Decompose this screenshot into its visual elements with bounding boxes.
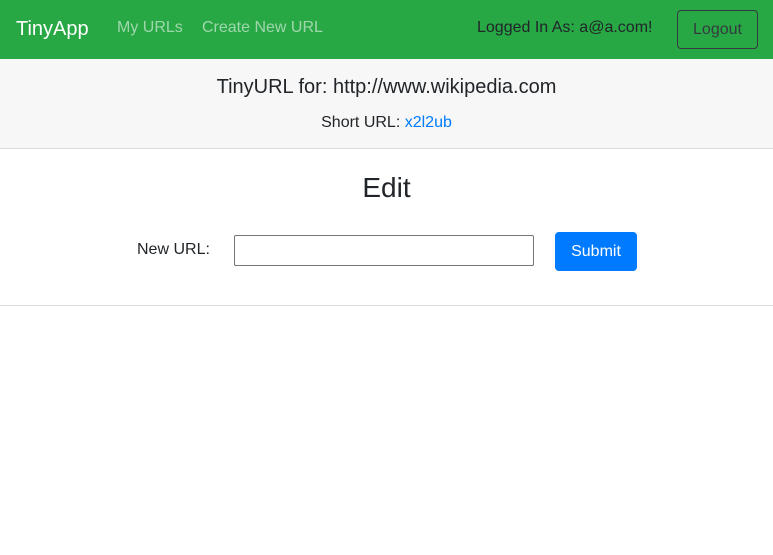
url-card-header: TinyURL for: http://www.wikipedia.com Sh… [0,59,773,149]
nav-create-new-url-link[interactable]: Create New URL [202,19,323,37]
short-url-link[interactable]: x2l2ub [405,114,452,131]
brand-logo-link[interactable]: TinyApp [16,18,89,41]
navbar: TinyApp My URLs Create New URL Logged In… [0,0,773,59]
new-url-input[interactable] [234,235,534,266]
submit-button[interactable]: Submit [555,232,637,271]
logged-in-status: Logged In As: a@a.com! [477,19,653,36]
edit-card-body: Edit New URL: Submit [0,149,773,306]
short-url-row: Short URL: x2l2ub [0,114,773,132]
short-url-label: Short URL: [321,114,405,131]
new-url-label: New URL: [137,241,210,258]
logout-button[interactable]: Logout [677,10,758,49]
nav-my-urls-link[interactable]: My URLs [117,19,183,37]
edit-heading: Edit [362,172,411,203]
page-title: TinyURL for: http://www.wikipedia.com [216,76,557,98]
